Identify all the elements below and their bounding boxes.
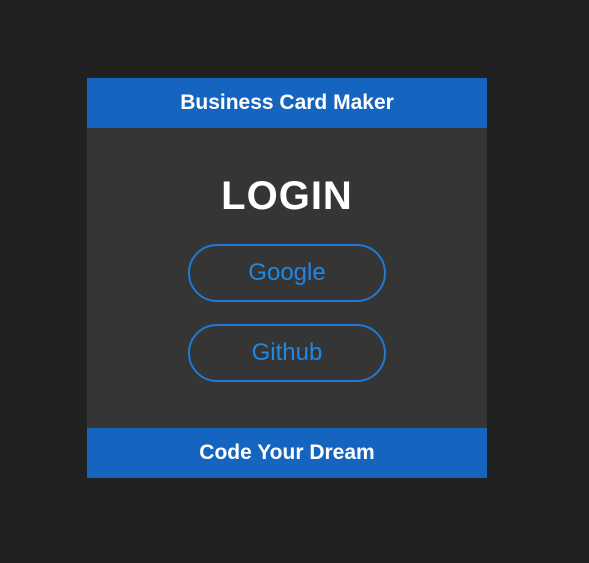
- github-login-label: Github: [251, 339, 323, 366]
- github-login-button[interactable]: Github: [188, 324, 386, 382]
- app-title: Business Card Maker: [180, 91, 394, 114]
- google-login-label: Google: [248, 259, 326, 286]
- app-footer: Code Your Dream: [87, 428, 487, 478]
- footer-slogan: Code Your Dream: [199, 441, 375, 464]
- login-heading: LOGIN: [221, 174, 353, 218]
- google-login-button[interactable]: Google: [188, 244, 386, 302]
- app-header: Business Card Maker: [87, 78, 487, 128]
- login-card: Business Card Maker LOGIN Google Github …: [87, 78, 487, 478]
- login-section: LOGIN Google Github: [87, 128, 487, 428]
